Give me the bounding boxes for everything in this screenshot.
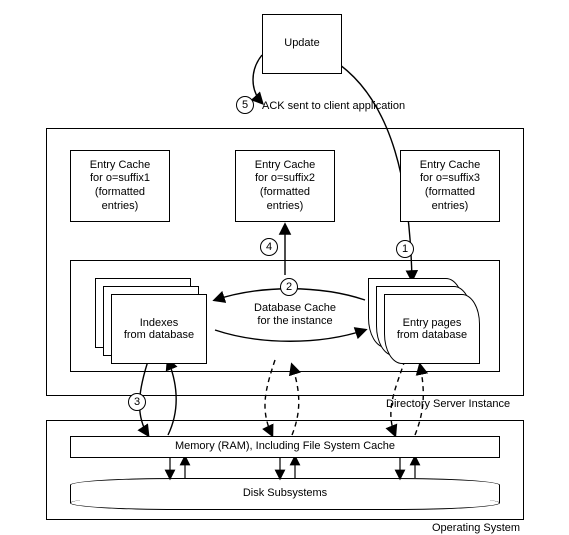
update-label: Update <box>284 37 319 51</box>
ec2-l3: (formatted <box>260 186 310 198</box>
ds-instance-label: Directory Server Instance <box>386 398 510 411</box>
step-2-num: 2 <box>286 281 292 293</box>
step-5-num: 5 <box>242 99 248 111</box>
step-4-num: 4 <box>266 241 272 253</box>
entry-cache-1: Entry Cache for o=suffix1 (formatted ent… <box>70 150 170 222</box>
entry-page-1: Entry pages from database <box>384 294 480 364</box>
indexes-l2: from database <box>124 329 194 341</box>
ec3-l1: Entry Cache <box>420 159 481 171</box>
ec2-l2: for o=suffix2 <box>255 172 315 184</box>
step-3-marker: 3 <box>128 393 146 411</box>
update-box: Update <box>262 14 342 74</box>
ack-label: ACK sent to client application <box>262 100 405 113</box>
diagram-canvas: Update Directory Server Instance Entry C… <box>0 0 569 532</box>
ec1-l4: entries) <box>102 200 139 212</box>
db-cache-title: Database Cache <box>254 302 336 314</box>
entrypages-l1: Entry pages <box>403 317 462 329</box>
db-cache-title-block: Database Cache for the instance <box>245 302 345 328</box>
ec1-l2: for o=suffix1 <box>90 172 150 184</box>
indexes-l1: Indexes <box>140 317 179 329</box>
ram-label: Memory (RAM), Including File System Cach… <box>175 440 395 454</box>
ec3-l4: entries) <box>432 200 469 212</box>
ram-box: Memory (RAM), Including File System Cach… <box>70 436 500 458</box>
step-1-num: 1 <box>402 243 408 255</box>
index-page-1: Indexes from database <box>111 294 207 364</box>
ec3-l3: (formatted <box>425 186 475 198</box>
ec1-l3: (formatted <box>95 186 145 198</box>
disk-bottom <box>70 496 500 510</box>
entry-cache-3: Entry Cache for o=suffix3 (formatted ent… <box>400 150 500 222</box>
db-cache-subtitle: for the instance <box>257 315 332 327</box>
entrypages-l2: from database <box>397 329 467 341</box>
step-5-marker: 5 <box>236 96 254 114</box>
ec2-l4: entries) <box>267 200 304 212</box>
step-2-marker: 2 <box>280 278 298 296</box>
entry-cache-2: Entry Cache for o=suffix2 (formatted ent… <box>235 150 335 222</box>
step-1-marker: 1 <box>396 240 414 258</box>
step-3-num: 3 <box>134 396 140 408</box>
ec2-l1: Entry Cache <box>255 159 316 171</box>
step-4-marker: 4 <box>260 238 278 256</box>
ec3-l2: for o=suffix3 <box>420 172 480 184</box>
os-label: Operating System <box>432 522 520 535</box>
ec1-l1: Entry Cache <box>90 159 151 171</box>
